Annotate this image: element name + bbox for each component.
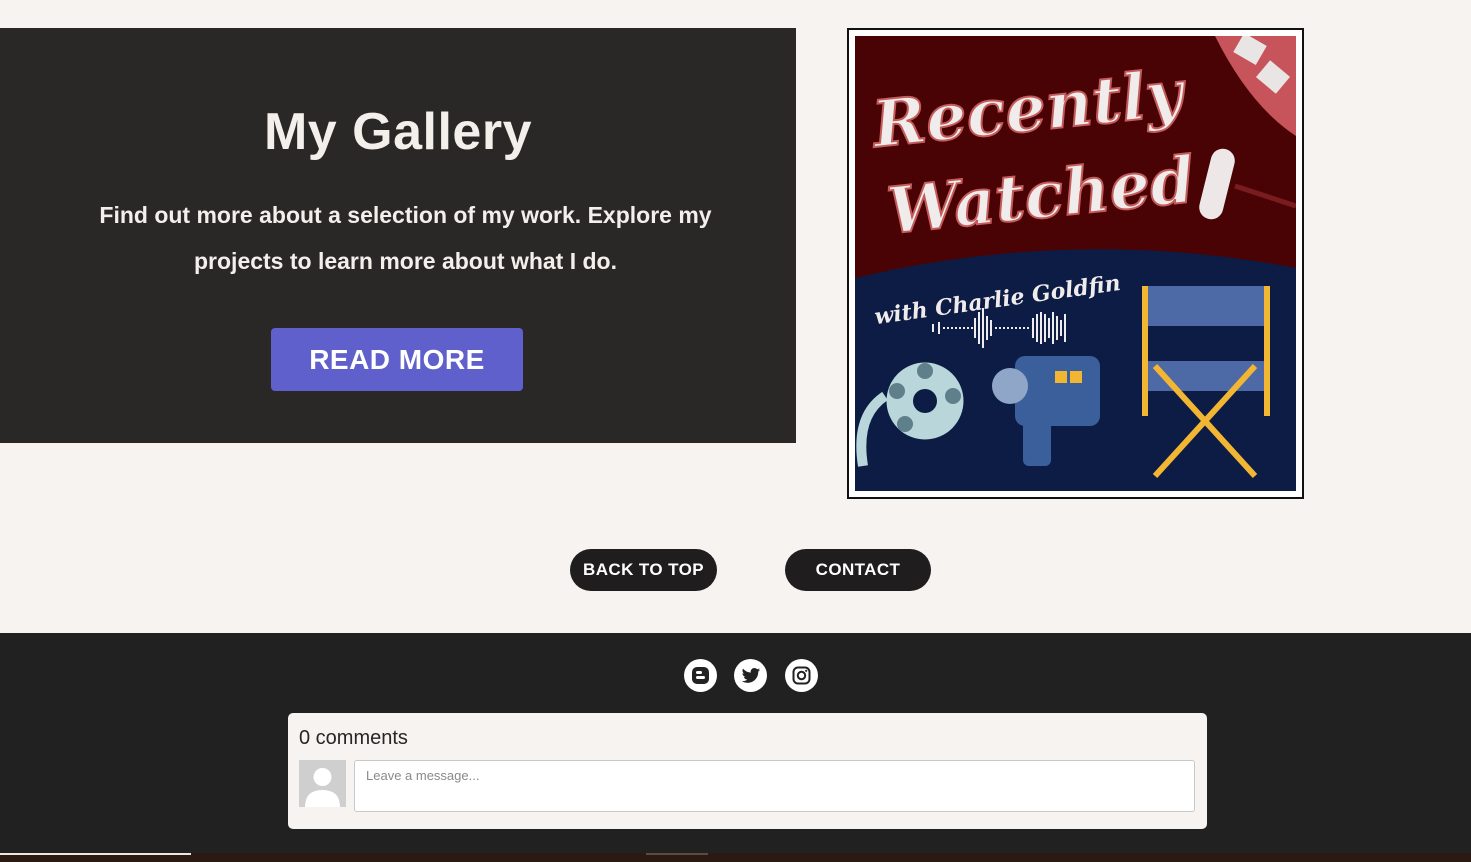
podcast-artwork[interactable]: Recently Watched with Charlie Goldfin bbox=[847, 28, 1304, 499]
avatar bbox=[299, 760, 346, 807]
user-avatar-icon bbox=[305, 768, 340, 807]
comment-input-placeholder: Leave a message... bbox=[366, 768, 480, 783]
gallery-description: Find out more about a selection of my wo… bbox=[99, 202, 712, 274]
blogger-icon bbox=[692, 667, 709, 684]
comments-count: 0 comments bbox=[299, 727, 408, 749]
instagram-link[interactable] bbox=[785, 659, 818, 692]
bottom-strip bbox=[0, 853, 1471, 862]
comments-widget: 0 comments Leave a message... bbox=[288, 713, 1207, 829]
site-footer: 0 comments Leave a message... bbox=[0, 633, 1471, 862]
read-more-button[interactable]: READ MORE bbox=[271, 328, 523, 391]
podcast-cover-art: Recently Watched with Charlie Goldfin bbox=[855, 36, 1296, 491]
instagram-icon bbox=[792, 666, 811, 685]
twitter-link[interactable] bbox=[734, 659, 767, 692]
gallery-hero: My Gallery Find out more about a selecti… bbox=[0, 28, 796, 443]
blogger-link[interactable] bbox=[684, 659, 717, 692]
comment-input[interactable]: Leave a message... bbox=[354, 760, 1195, 812]
contact-button[interactable]: CONTACT bbox=[785, 549, 931, 591]
back-to-top-button[interactable]: BACK TO TOP bbox=[570, 549, 717, 591]
gallery-title: My Gallery bbox=[263, 103, 533, 161]
twitter-icon bbox=[741, 667, 760, 683]
